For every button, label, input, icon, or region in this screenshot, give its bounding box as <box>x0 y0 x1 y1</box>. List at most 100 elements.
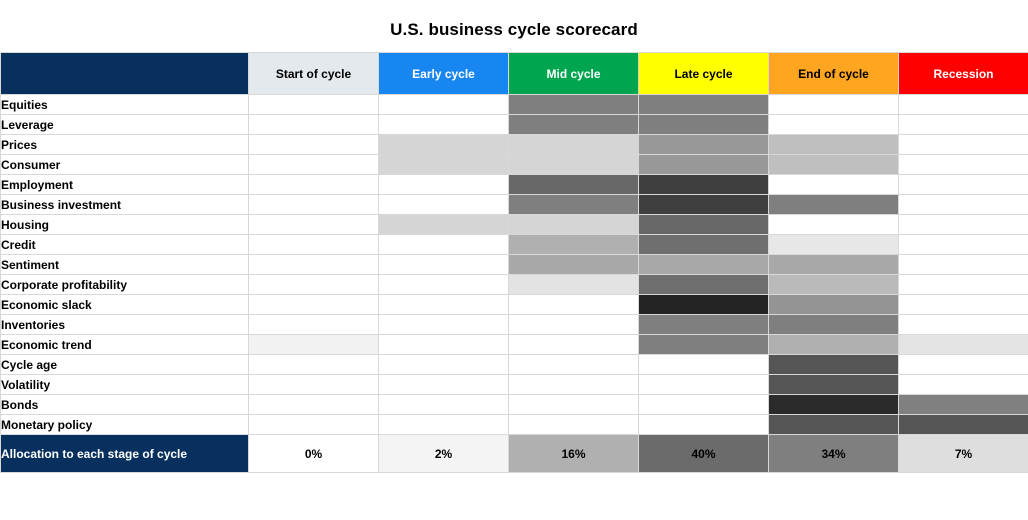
heatmap-cell <box>768 354 899 375</box>
heatmap-cell <box>768 374 899 395</box>
heatmap-cell <box>638 334 769 355</box>
row-label: Consumer <box>0 154 249 175</box>
column-header-end-of-cycle: End of cycle <box>768 52 899 95</box>
heatmap-cell <box>768 274 899 295</box>
heatmap-cell <box>378 354 509 375</box>
heatmap-cell <box>508 154 639 175</box>
heatmap-cell <box>248 194 379 215</box>
column-header-mid-cycle: Mid cycle <box>508 52 639 95</box>
table-row: Housing <box>0 214 1028 235</box>
heatmap-cell <box>378 414 509 435</box>
table-row: Consumer <box>0 154 1028 175</box>
table-body: Equities Leverage Prices Consumer Employment… <box>0 94 1028 435</box>
table-footer: Allocation to each stage of cycle 0% 2% 16… <box>0 434 1028 473</box>
heatmap-cell <box>248 354 379 375</box>
heatmap-cell <box>638 374 769 395</box>
row-label: Prices <box>0 134 249 155</box>
table-row: Employment <box>0 174 1028 195</box>
heatmap-cell <box>248 154 379 175</box>
heatmap-cell <box>508 374 639 395</box>
allocation-value: 34% <box>768 434 899 473</box>
table-row: Prices <box>0 134 1028 155</box>
table-row: Equities <box>0 94 1028 115</box>
heatmap-cell <box>378 94 509 115</box>
heatmap-cell <box>638 394 769 415</box>
heatmap-cell <box>508 214 639 235</box>
heatmap-cell <box>378 114 509 135</box>
row-label: Employment <box>0 174 249 195</box>
heatmap-cell <box>898 174 1028 195</box>
row-label: Equities <box>0 94 249 115</box>
heatmap-cell <box>638 274 769 295</box>
heatmap-cell <box>638 214 769 235</box>
heatmap-cell <box>768 234 899 255</box>
table-row: Cycle age <box>0 354 1028 375</box>
row-label: Business investment <box>0 194 249 215</box>
heatmap-cell <box>508 334 639 355</box>
heatmap-cell <box>508 314 639 335</box>
allocation-row: Allocation to each stage of cycle 0% 2% 16… <box>0 434 1028 473</box>
table-row: Sentiment <box>0 254 1028 275</box>
heatmap-cell <box>638 354 769 375</box>
heatmap-cell <box>248 214 379 235</box>
header-corner <box>0 52 249 95</box>
heatmap-cell <box>638 294 769 315</box>
heatmap-cell <box>248 294 379 315</box>
heatmap-cell <box>508 414 639 435</box>
business-cycle-scorecard-table: Start of cycle Early cycle Mid cycle Lat… <box>0 52 1028 473</box>
heatmap-cell <box>248 314 379 335</box>
heatmap-cell <box>898 294 1028 315</box>
heatmap-cell <box>768 114 899 135</box>
row-label: Housing <box>0 214 249 235</box>
heatmap-cell <box>378 134 509 155</box>
heatmap-cell <box>898 194 1028 215</box>
heatmap-cell <box>508 274 639 295</box>
heatmap-cell <box>638 114 769 135</box>
heatmap-cell <box>248 414 379 435</box>
heatmap-cell <box>378 154 509 175</box>
row-label: Economic slack <box>0 294 249 315</box>
allocation-row-label: Allocation to each stage of cycle <box>0 434 249 473</box>
heatmap-cell <box>248 334 379 355</box>
heatmap-cell <box>768 194 899 215</box>
heatmap-cell <box>248 134 379 155</box>
column-header-start-of-cycle: Start of cycle <box>248 52 379 95</box>
heatmap-cell <box>768 134 899 155</box>
allocation-value: 40% <box>638 434 769 473</box>
heatmap-cell <box>898 394 1028 415</box>
heatmap-cell <box>638 94 769 115</box>
row-label: Cycle age <box>0 354 249 375</box>
heatmap-cell <box>898 414 1028 435</box>
table-row: Volatility <box>0 374 1028 395</box>
heatmap-cell <box>378 374 509 395</box>
heatmap-cell <box>638 154 769 175</box>
heatmap-cell <box>248 394 379 415</box>
heatmap-cell <box>898 214 1028 235</box>
heatmap-cell <box>898 334 1028 355</box>
heatmap-cell <box>378 394 509 415</box>
heatmap-cell <box>898 274 1028 295</box>
table-row: Corporate profitability <box>0 274 1028 295</box>
row-label: Volatility <box>0 374 249 395</box>
table-row: Business investment <box>0 194 1028 215</box>
table-row: Economic slack <box>0 294 1028 315</box>
heatmap-cell <box>508 254 639 275</box>
heatmap-cell <box>768 294 899 315</box>
heatmap-cell <box>638 134 769 155</box>
heatmap-cell <box>898 354 1028 375</box>
heatmap-cell <box>248 374 379 395</box>
heatmap-cell <box>638 254 769 275</box>
row-label: Bonds <box>0 394 249 415</box>
heatmap-cell <box>378 334 509 355</box>
heatmap-cell <box>508 394 639 415</box>
heatmap-cell <box>768 214 899 235</box>
heatmap-cell <box>378 254 509 275</box>
row-label: Leverage <box>0 114 249 135</box>
heatmap-cell <box>508 94 639 115</box>
heatmap-cell <box>898 254 1028 275</box>
heatmap-cell <box>768 334 899 355</box>
table-header: Start of cycle Early cycle Mid cycle Lat… <box>0 52 1028 95</box>
table-row: Economic trend <box>0 334 1028 355</box>
column-header-late-cycle: Late cycle <box>638 52 769 95</box>
heatmap-cell <box>378 214 509 235</box>
